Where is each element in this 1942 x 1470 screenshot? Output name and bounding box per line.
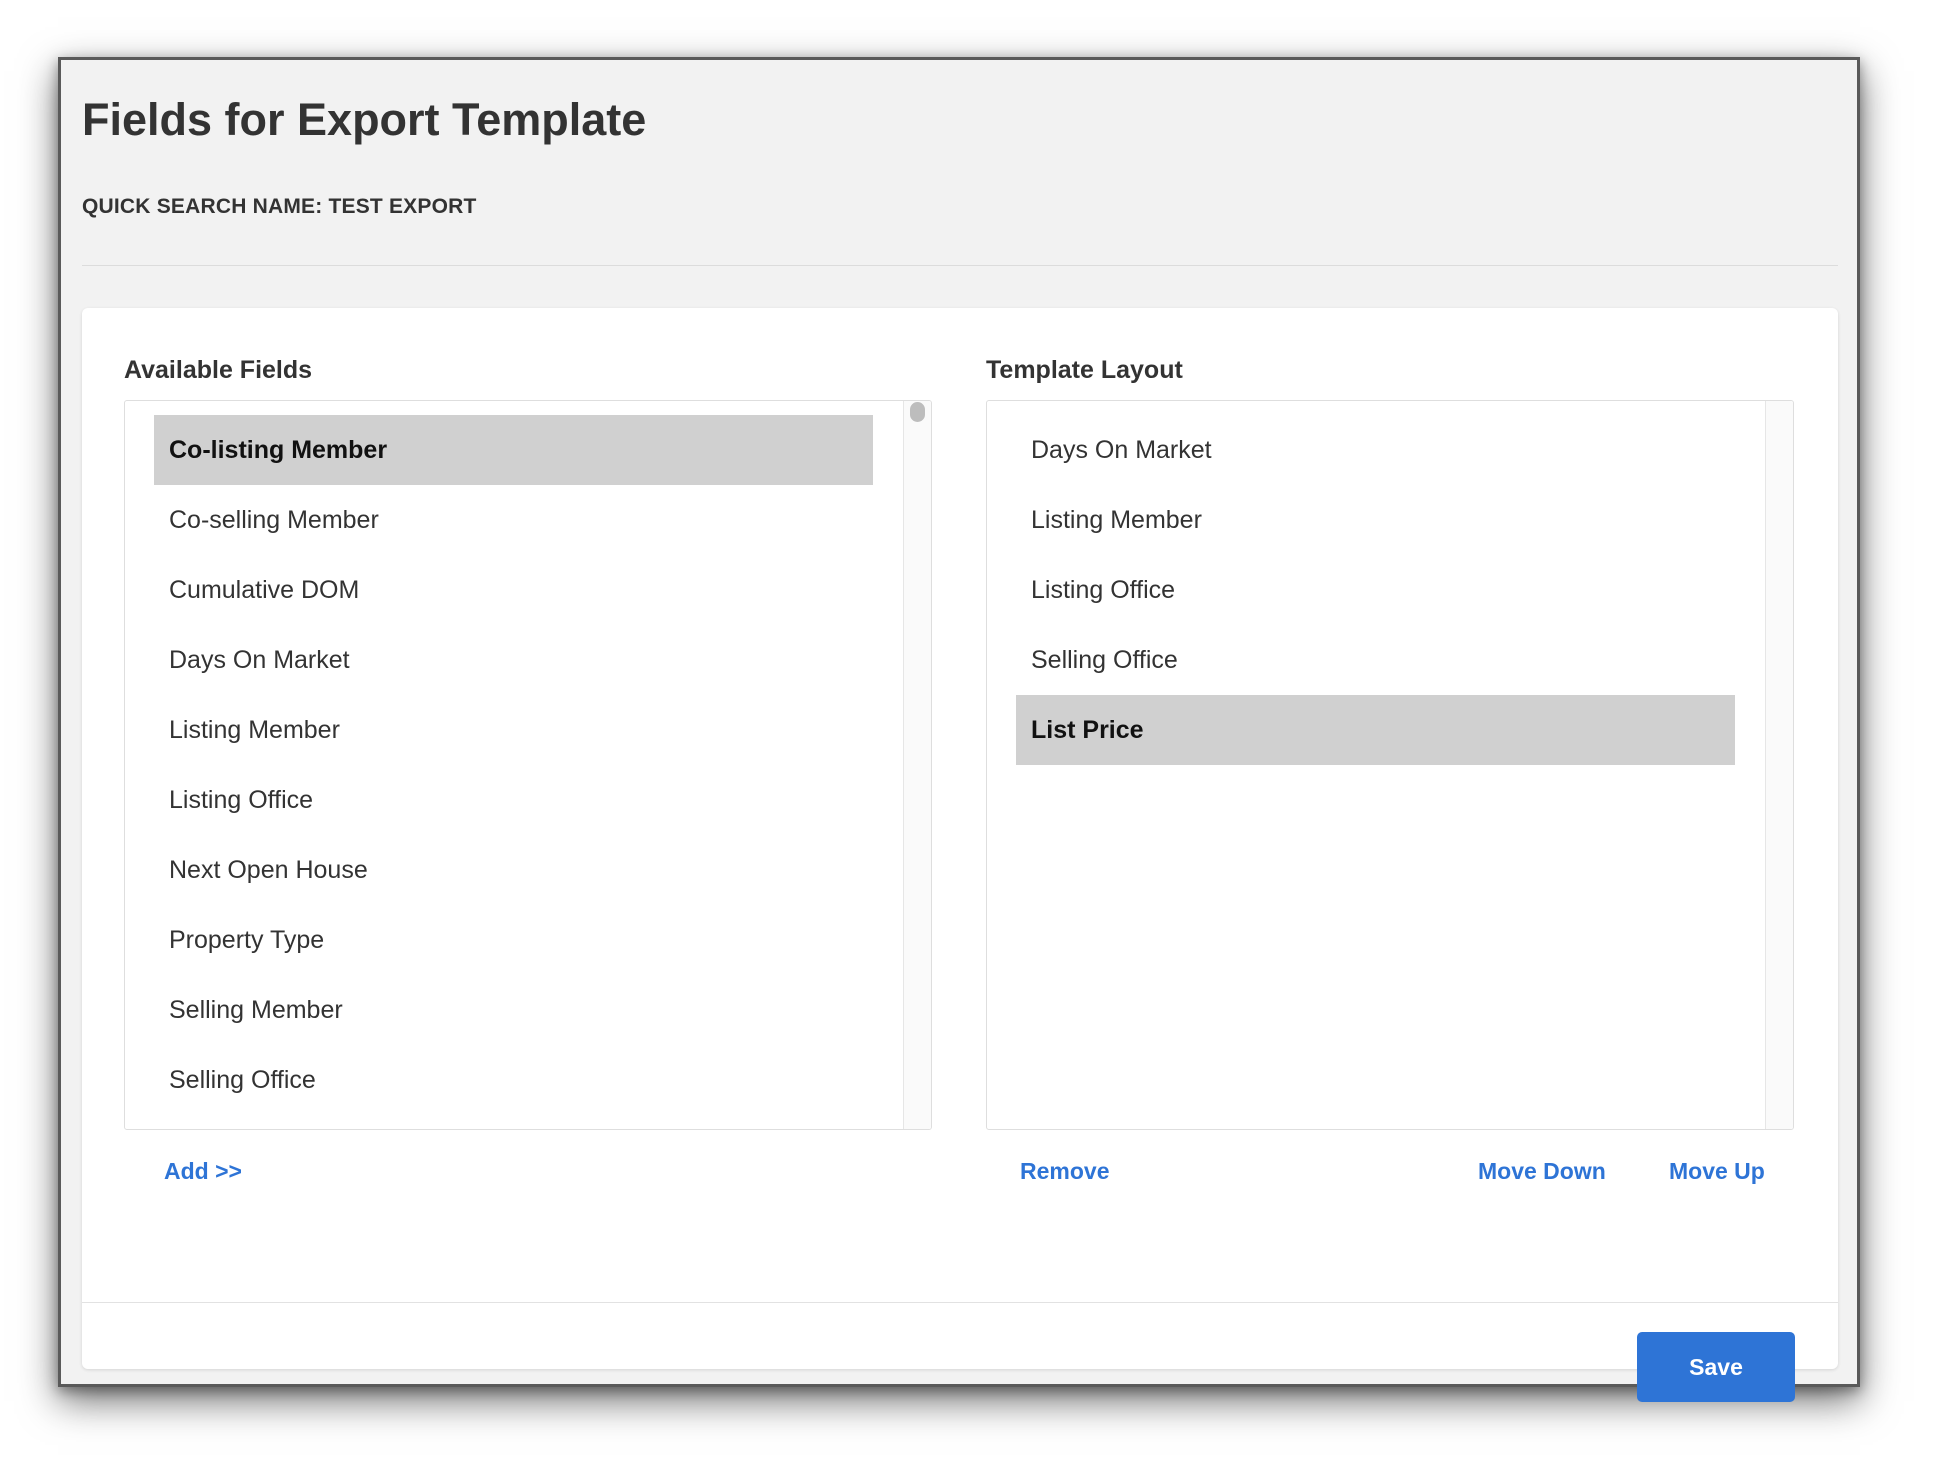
available-fields-label: Available Fields <box>124 356 313 384</box>
list-item[interactable]: Selling Office <box>154 1045 873 1115</box>
available-fields-items: Co-listing Member Co-selling Member Cumula… <box>154 415 873 1115</box>
list-item[interactable]: Listing Member <box>154 695 873 765</box>
scrollbar-thumb[interactable] <box>910 402 925 422</box>
footer-divider <box>82 1302 1838 1303</box>
list-item[interactable]: Listing Office <box>1016 555 1735 625</box>
list-item[interactable]: Selling Office <box>1016 625 1735 695</box>
list-item[interactable]: Listing Member <box>1016 485 1735 555</box>
list-item[interactable]: List Price <box>1016 695 1735 765</box>
list-item[interactable]: Next Open House <box>154 835 873 905</box>
list-item[interactable]: Listing Office <box>154 765 873 835</box>
list-item[interactable]: Selling Member <box>154 975 873 1045</box>
list-item[interactable]: Days On Market <box>1016 415 1735 485</box>
remove-button[interactable]: Remove <box>1020 1158 1109 1185</box>
list-item[interactable]: Property Type <box>154 905 873 975</box>
move-up-button[interactable]: Move Up <box>1669 1158 1765 1185</box>
export-template-dialog: Fields for Export Template QUICK SEARCH … <box>58 57 1860 1402</box>
quick-search-name: QUICK SEARCH NAME: TEST EXPORT <box>82 195 477 218</box>
template-layout-label: Template Layout <box>986 356 1183 384</box>
list-item[interactable]: Days On Market <box>154 625 873 695</box>
add-button[interactable]: Add >> <box>164 1158 242 1185</box>
fields-card: Available Fields Co-listing Member Co-sel… <box>82 308 1838 1402</box>
move-down-button[interactable]: Move Down <box>1478 1158 1606 1185</box>
list-item[interactable]: Co-selling Member <box>154 485 873 555</box>
template-layout-scrollbar[interactable] <box>1765 401 1793 1129</box>
available-fields-scrollbar[interactable] <box>903 401 931 1129</box>
template-layout-items: Days On Market Listing Member Listing Offi… <box>1016 415 1735 765</box>
header-divider <box>82 265 1838 266</box>
dialog-title: Fields for Export Template <box>82 94 647 145</box>
template-layout-list[interactable]: Days On Market Listing Member Listing Offi… <box>986 400 1794 1130</box>
save-button[interactable]: Save <box>1637 1332 1795 1402</box>
list-item[interactable]: Cumulative DOM <box>154 555 873 625</box>
available-fields-list[interactable]: Co-listing Member Co-selling Member Cumula… <box>124 400 932 1130</box>
list-item[interactable]: Co-listing Member <box>154 415 873 485</box>
